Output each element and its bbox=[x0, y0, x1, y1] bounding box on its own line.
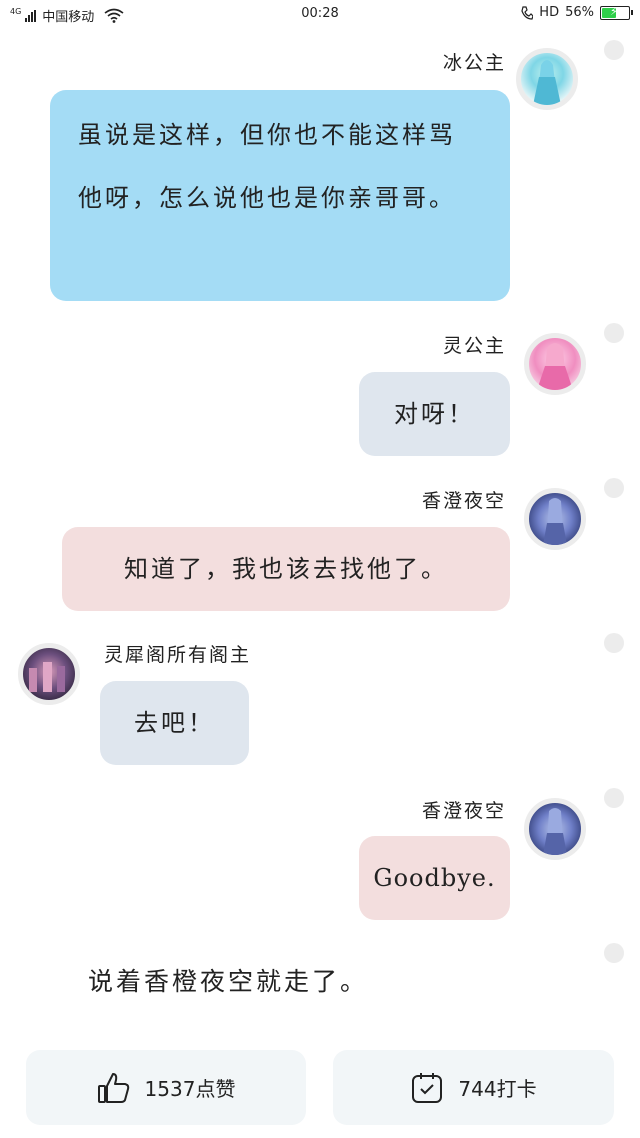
sender-name: 灵犀阁所有阁主 bbox=[104, 644, 252, 666]
status-right: HD 56% ⚡ bbox=[521, 4, 633, 20]
battery-icon: ⚡ bbox=[600, 4, 633, 20]
narration-text: 说着香橙夜空就走了。 bbox=[88, 967, 369, 996]
call-icon bbox=[521, 5, 534, 20]
message-bubble: 去吧！ bbox=[100, 681, 249, 765]
like-label: 1537点赞 bbox=[144, 1077, 236, 1101]
message-bubble: 虽说是这样，但你也不能这样骂他呀，怎么说他也是你亲哥哥。 bbox=[50, 90, 510, 301]
message-dot[interactable] bbox=[604, 40, 624, 60]
charging-icon: ⚡ bbox=[610, 4, 618, 18]
message-dot[interactable] bbox=[604, 478, 624, 498]
avatar-figure bbox=[537, 343, 573, 390]
checkin-button[interactable]: 744打卡 bbox=[333, 1050, 614, 1125]
sender-name: 灵公主 bbox=[442, 335, 506, 357]
thumbs-up-icon bbox=[97, 1072, 129, 1103]
message-dot[interactable] bbox=[604, 323, 624, 343]
sender-name: 香澄夜空 bbox=[421, 800, 506, 822]
avatar[interactable] bbox=[18, 643, 80, 705]
avatar[interactable] bbox=[524, 798, 586, 860]
message-dot[interactable] bbox=[604, 633, 624, 653]
avatar-figure bbox=[533, 60, 561, 105]
narration-dot[interactable] bbox=[604, 943, 624, 963]
like-button[interactable]: 1537点赞 bbox=[26, 1050, 306, 1125]
avatar[interactable] bbox=[524, 488, 586, 550]
message-dot[interactable] bbox=[604, 788, 624, 808]
hd-indicator: HD bbox=[539, 5, 560, 20]
avatar[interactable] bbox=[524, 333, 586, 395]
message-bubble: 对呀！ bbox=[359, 372, 510, 456]
avatar[interactable] bbox=[516, 48, 578, 110]
battery-percent: 56% bbox=[565, 5, 594, 20]
checkin-label: 744打卡 bbox=[458, 1077, 537, 1101]
sender-name: 香澄夜空 bbox=[421, 490, 506, 512]
avatar-figure bbox=[29, 662, 65, 692]
avatar-figure bbox=[543, 808, 567, 855]
message-bubble: Goodbye. bbox=[359, 836, 510, 920]
sender-name: 冰公主 bbox=[442, 52, 506, 74]
message-bubble: 知道了，我也该去找他了。 bbox=[62, 527, 510, 611]
status-bar: 4G 中国移动 00:28 HD 56% ⚡ bbox=[0, 0, 640, 30]
calendar-check-icon bbox=[412, 1072, 443, 1103]
avatar-figure bbox=[543, 498, 567, 545]
